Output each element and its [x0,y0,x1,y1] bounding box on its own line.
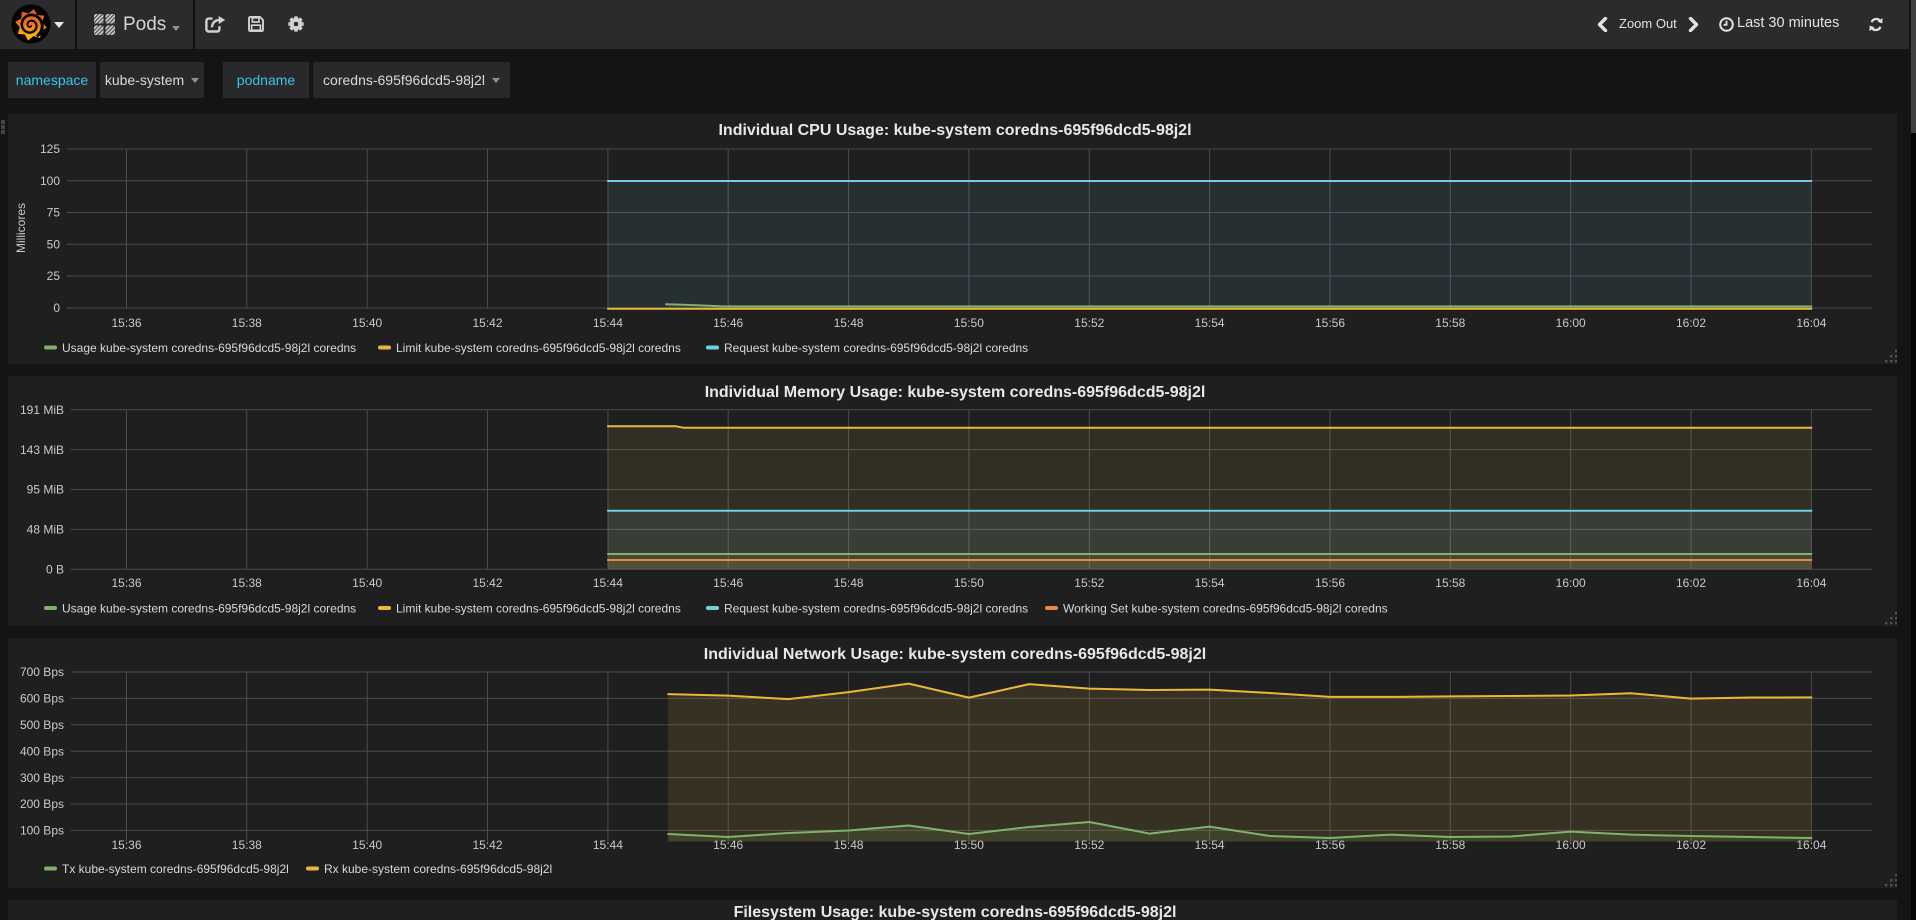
svg-text:15:50: 15:50 [954,576,984,590]
svg-text:Individual Memory Usage: kube-: Individual Memory Usage: kube-system cor… [705,384,1206,401]
svg-text:15:38: 15:38 [232,838,262,852]
svg-text:15:36: 15:36 [111,576,141,590]
svg-text:15:42: 15:42 [472,838,502,852]
svg-text:50: 50 [47,237,61,251]
svg-text:300 Bps: 300 Bps [20,771,64,785]
svg-text:15:56: 15:56 [1315,316,1345,330]
svg-text:15:44: 15:44 [593,316,623,330]
svg-text:600 Bps: 600 Bps [20,692,64,706]
svg-text:15:48: 15:48 [834,576,864,590]
svg-text:Tx kube-system coredns-695f96d: Tx kube-system coredns-695f96dcd5-98j2l [62,862,289,876]
svg-text:15:46: 15:46 [713,316,743,330]
svg-text:48 MiB: 48 MiB [27,523,64,537]
svg-text:15:44: 15:44 [593,838,623,852]
svg-text:Usage kube-system coredns-695f: Usage kube-system coredns-695f96dcd5-98j… [62,602,356,616]
svg-text:15:54: 15:54 [1195,316,1225,330]
svg-text:Individual CPU Usage: kube-sys: Individual CPU Usage: kube-system coredn… [718,122,1191,139]
svg-text:15:40: 15:40 [352,316,382,330]
svg-text:15:36: 15:36 [111,316,141,330]
svg-text:15:38: 15:38 [232,576,262,590]
svg-text:15:58: 15:58 [1435,576,1465,590]
svg-text:15:50: 15:50 [954,316,984,330]
svg-text:143 MiB: 143 MiB [20,443,64,457]
svg-text:Limit kube-system coredns-695f: Limit kube-system coredns-695f96dcd5-98j… [396,602,681,616]
svg-text:Request kube-system coredns-69: Request kube-system coredns-695f96dcd5-9… [724,602,1028,616]
svg-text:0: 0 [53,301,60,315]
svg-text:191 MiB: 191 MiB [20,403,64,417]
svg-text:0 B: 0 B [46,562,64,576]
svg-text:15:48: 15:48 [834,316,864,330]
svg-text:16:04: 16:04 [1796,576,1826,590]
svg-text:16:00: 16:00 [1556,576,1586,590]
svg-text:15:52: 15:52 [1074,316,1104,330]
svg-text:15:38: 15:38 [232,316,262,330]
svg-text:16:02: 16:02 [1676,316,1706,330]
svg-text:15:42: 15:42 [472,576,502,590]
svg-text:Usage kube-system coredns-695f: Usage kube-system coredns-695f96dcd5-98j… [62,341,356,355]
svg-text:15:52: 15:52 [1074,576,1104,590]
svg-text:Rx kube-system coredns-695f96d: Rx kube-system coredns-695f96dcd5-98j2l [324,862,552,876]
svg-text:16:02: 16:02 [1676,576,1706,590]
svg-text:16:04: 16:04 [1796,316,1826,330]
svg-text:75: 75 [47,206,61,220]
svg-text:500 Bps: 500 Bps [20,718,64,732]
svg-text:15:46: 15:46 [713,576,743,590]
svg-text:Individual Network Usage: kube: Individual Network Usage: kube-system co… [704,646,1206,663]
svg-text:700 Bps: 700 Bps [20,665,64,679]
svg-text:400 Bps: 400 Bps [20,744,64,758]
svg-text:125: 125 [40,142,60,156]
svg-text:100: 100 [40,174,60,188]
svg-text:16:00: 16:00 [1556,316,1586,330]
svg-text:15:44: 15:44 [593,576,623,590]
svg-text:15:40: 15:40 [352,576,382,590]
svg-text:15:36: 15:36 [111,838,141,852]
svg-text:200 Bps: 200 Bps [20,797,64,811]
svg-text:15:56: 15:56 [1315,576,1345,590]
svg-text:15:42: 15:42 [472,316,502,330]
svg-text:95 MiB: 95 MiB [27,483,64,497]
svg-text:Working Set kube-system coredn: Working Set kube-system coredns-695f96dc… [1063,602,1388,616]
svg-text:100 Bps: 100 Bps [20,824,64,838]
svg-text:15:58: 15:58 [1435,316,1465,330]
svg-text:Request kube-system coredns-69: Request kube-system coredns-695f96dcd5-9… [724,341,1028,355]
svg-text:15:40: 15:40 [352,838,382,852]
svg-text:Filesystem Usage: kube-system: Filesystem Usage: kube-system coredns-69… [734,904,1177,920]
svg-text:Limit kube-system coredns-695f: Limit kube-system coredns-695f96dcd5-98j… [396,341,681,355]
svg-text:Millicores: Millicores [14,203,28,253]
svg-text:15:54: 15:54 [1195,576,1225,590]
svg-text:25: 25 [47,269,61,283]
